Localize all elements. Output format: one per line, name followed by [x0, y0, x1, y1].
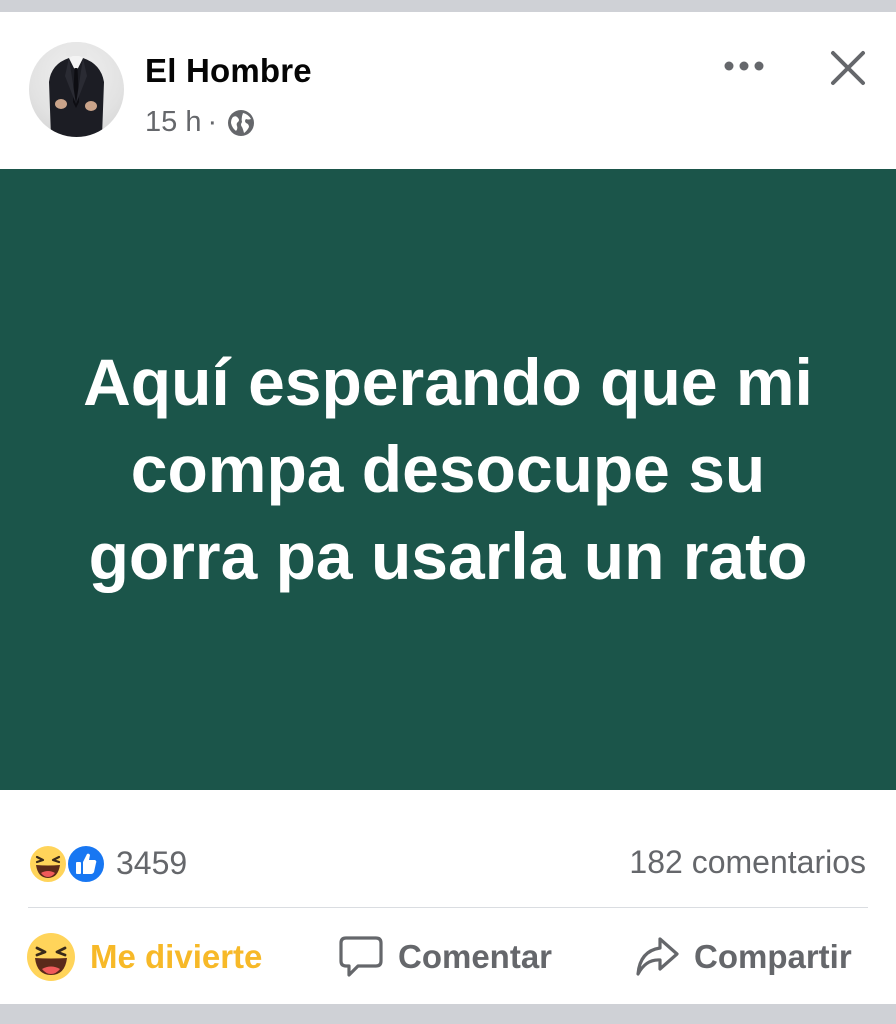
post-card: El Hombre 15 h · Aquí esperando que mi c… — [0, 12, 896, 1004]
avatar-image — [49, 42, 104, 137]
reaction-button[interactable]: Me divierte — [26, 924, 262, 990]
like-reaction-icon — [66, 844, 106, 884]
bottom-separator — [0, 1004, 896, 1024]
post-content[interactable]: Aquí esperando que mi compa desocupe su … — [0, 169, 896, 790]
meta-separator: · — [207, 106, 218, 138]
share-label: Compartir — [694, 938, 852, 975]
reaction-icons — [28, 842, 108, 884]
share-icon — [636, 937, 679, 976]
post-meta: 15 h · — [145, 106, 255, 139]
author-name[interactable]: El Hombre — [145, 52, 312, 90]
reactions-summary[interactable]: 3459 — [28, 842, 187, 884]
close-icon — [831, 51, 865, 85]
reaction-label: Me divierte — [90, 938, 263, 975]
post-time[interactable]: 15 h — [145, 106, 201, 139]
share-button[interactable]: Compartir — [634, 924, 852, 990]
post-text: Aquí esperando que mi compa desocupe su … — [83, 345, 813, 593]
more-options-button[interactable] — [716, 50, 772, 82]
close-button[interactable] — [824, 44, 872, 92]
globe-icon — [228, 109, 255, 136]
haha-reaction-icon — [27, 933, 75, 981]
reaction-count: 3459 — [116, 844, 188, 881]
top-separator — [0, 0, 896, 12]
haha-reaction-icon — [28, 844, 68, 884]
actions-divider — [28, 907, 868, 908]
action-bar: Me divierte Comentar Compartir — [0, 924, 896, 990]
comment-icon — [339, 936, 383, 977]
comments-count[interactable]: 182 comentarios — [629, 844, 866, 881]
more-dots-icon — [724, 61, 764, 71]
comment-label: Comentar — [398, 938, 553, 975]
comment-button[interactable]: Comentar — [338, 924, 552, 990]
avatar[interactable] — [29, 42, 124, 137]
